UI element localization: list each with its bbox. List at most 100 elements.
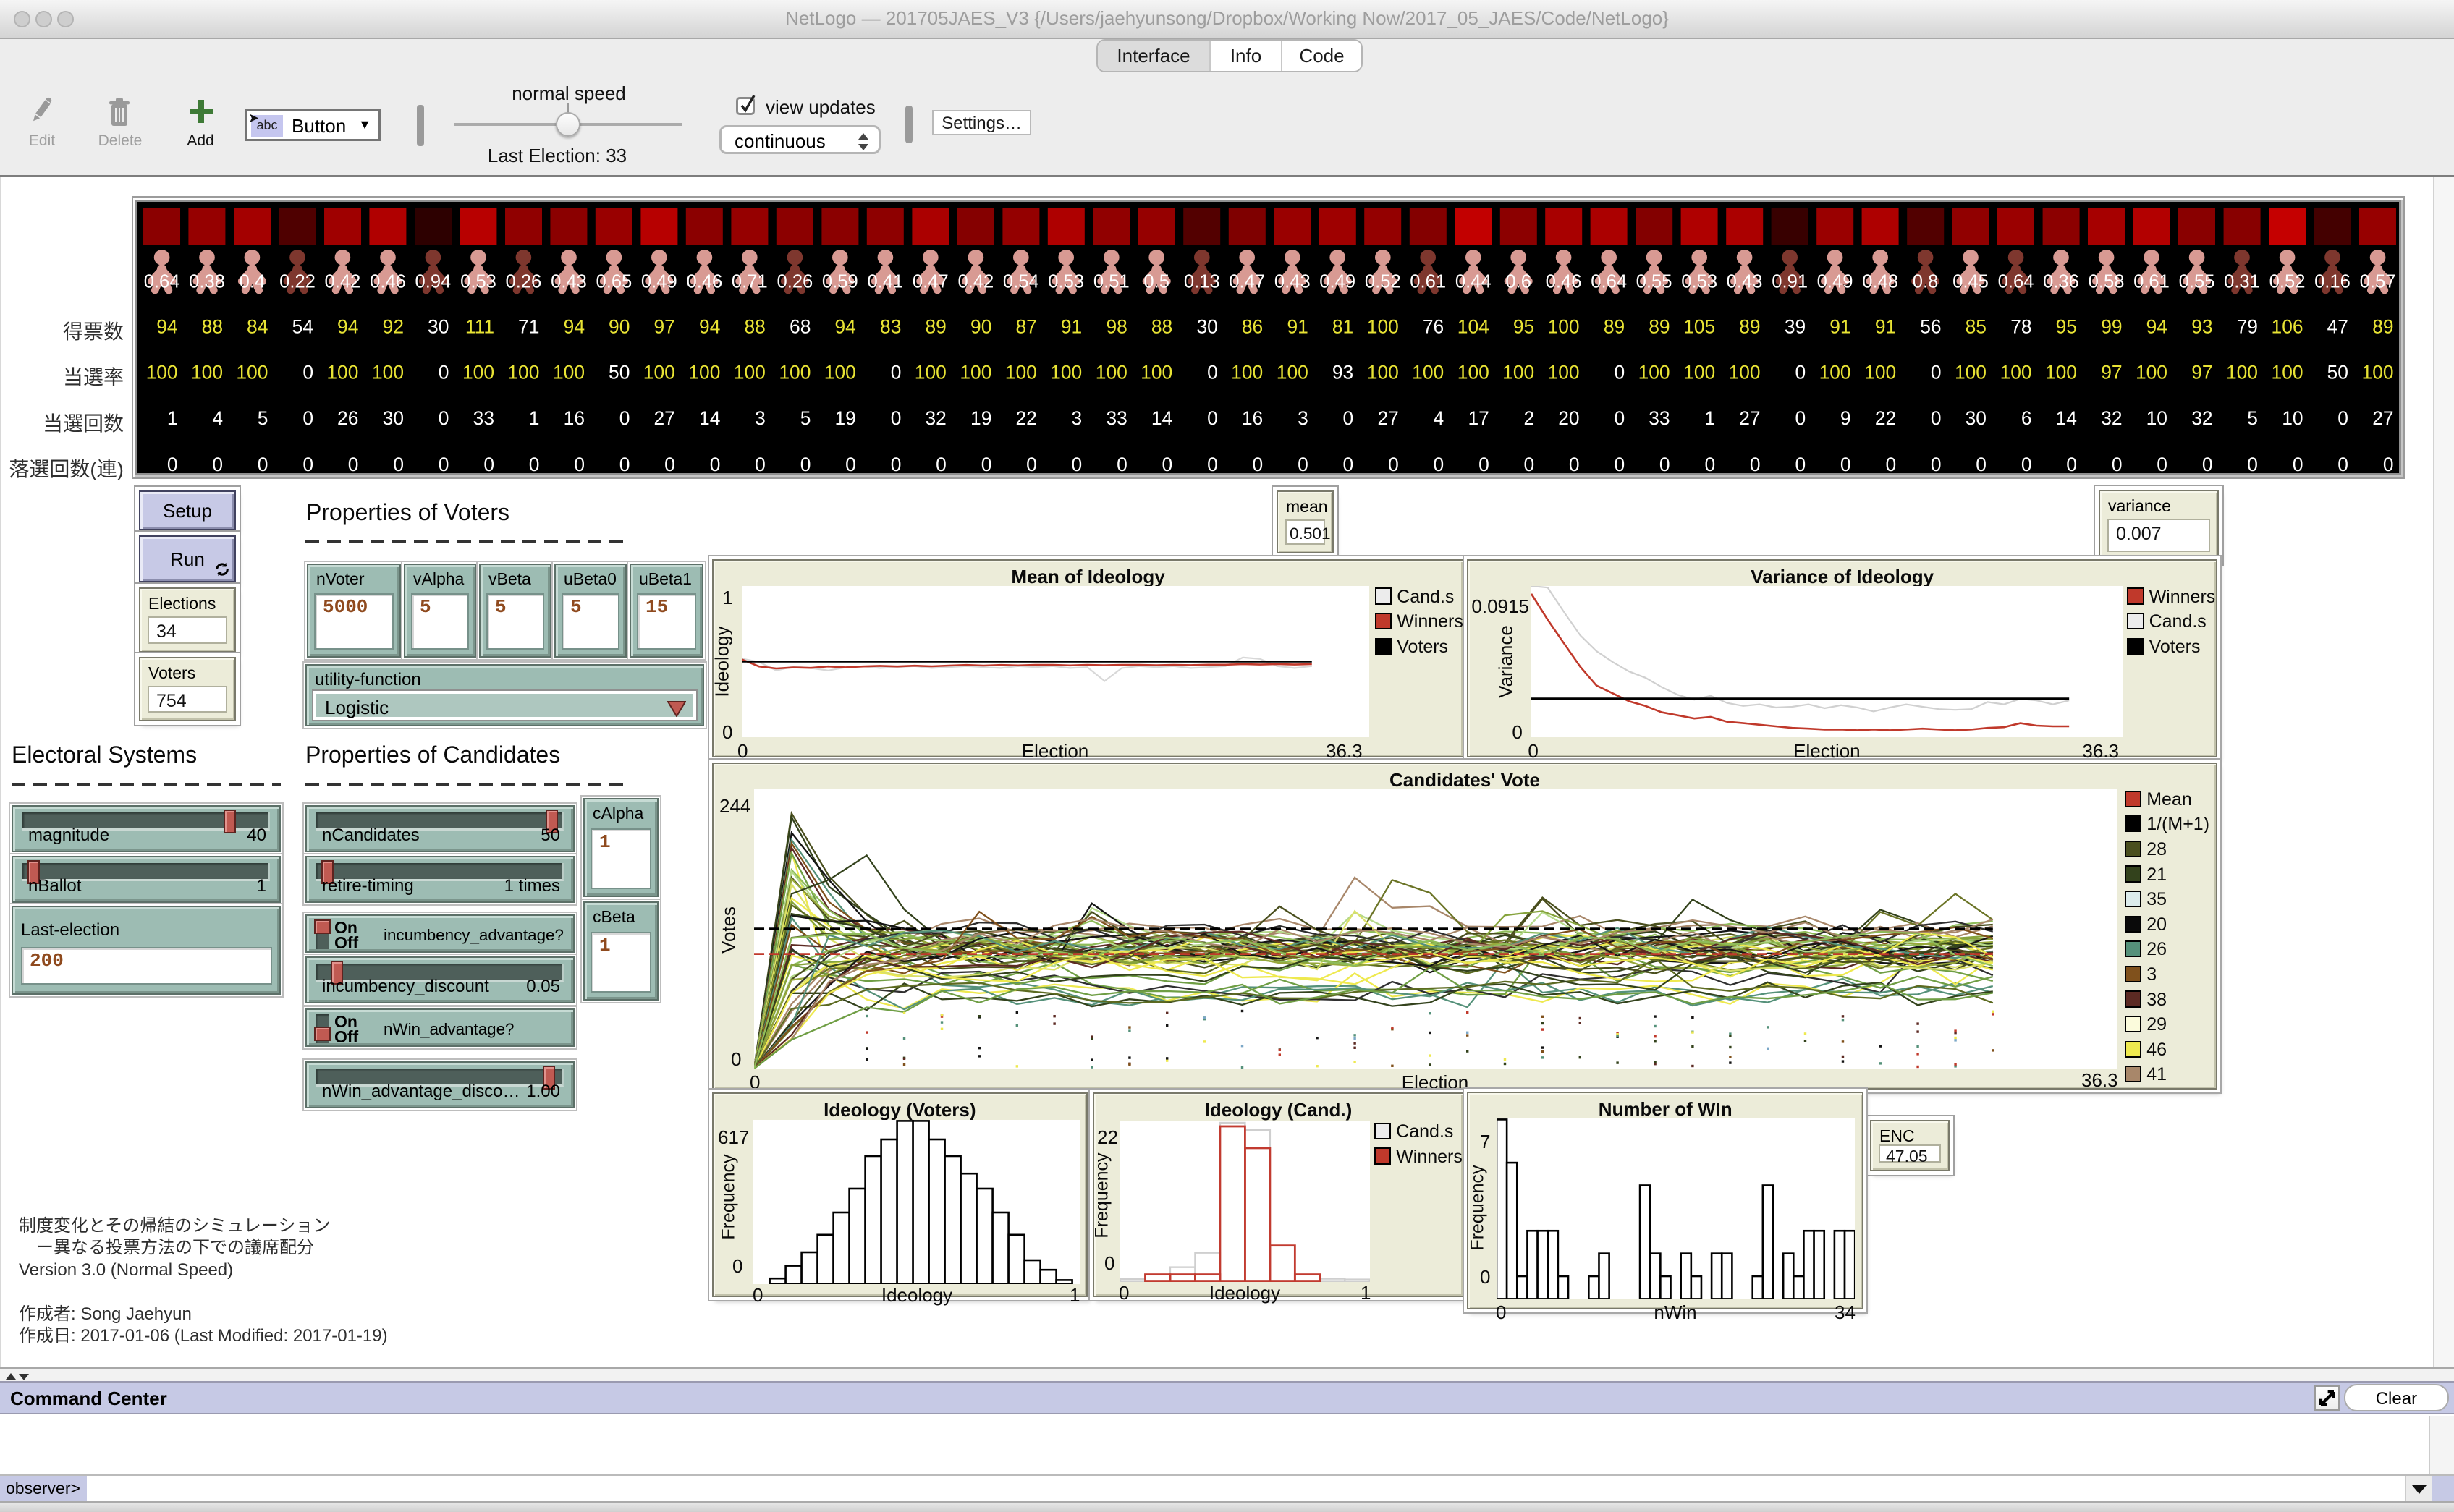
svg-text:0.58: 0.58 xyxy=(2089,271,2125,292)
svg-text:54: 54 xyxy=(292,315,313,337)
svg-text:0.22: 0.22 xyxy=(279,271,316,292)
svg-text:90: 90 xyxy=(609,315,630,337)
svg-text:17: 17 xyxy=(1468,407,1489,429)
svg-text:0.42: 0.42 xyxy=(325,271,361,292)
svg-text:88: 88 xyxy=(744,315,765,337)
svg-text:94: 94 xyxy=(834,315,855,337)
svg-text:100: 100 xyxy=(1367,361,1399,383)
svg-text:22: 22 xyxy=(1875,407,1896,429)
svg-text:19: 19 xyxy=(834,407,855,429)
svg-text:100: 100 xyxy=(1096,361,1127,383)
svg-text:0.48: 0.48 xyxy=(1862,271,1898,292)
svg-text:100: 100 xyxy=(1141,361,1172,383)
svg-text:106: 106 xyxy=(2272,315,2303,337)
svg-text:100: 100 xyxy=(1683,361,1715,383)
svg-text:111: 111 xyxy=(465,315,494,337)
svg-text:0.13: 0.13 xyxy=(1184,271,1220,292)
svg-text:0.36: 0.36 xyxy=(2043,271,2079,292)
svg-text:84: 84 xyxy=(247,315,268,337)
svg-text:94: 94 xyxy=(2146,315,2167,337)
svg-text:0: 0 xyxy=(529,454,540,474)
svg-text:0: 0 xyxy=(619,407,630,429)
svg-text:56: 56 xyxy=(1920,315,1941,337)
svg-text:0.65: 0.65 xyxy=(596,271,632,292)
svg-text:100: 100 xyxy=(2226,361,2258,383)
svg-text:27: 27 xyxy=(653,407,674,429)
svg-text:0.61: 0.61 xyxy=(2133,271,2170,292)
svg-text:0.52: 0.52 xyxy=(1365,271,1401,292)
svg-text:99: 99 xyxy=(2101,315,2122,337)
svg-text:0: 0 xyxy=(710,454,721,474)
svg-text:0: 0 xyxy=(2066,454,2077,474)
svg-text:100: 100 xyxy=(2000,361,2032,383)
svg-text:0: 0 xyxy=(891,454,902,474)
svg-text:0: 0 xyxy=(1750,454,1761,474)
svg-text:27: 27 xyxy=(1739,407,1760,429)
svg-text:85: 85 xyxy=(1966,315,1987,337)
svg-text:0: 0 xyxy=(393,454,404,474)
svg-text:0: 0 xyxy=(302,361,313,383)
svg-text:0.91: 0.91 xyxy=(1772,271,1808,292)
svg-text:50: 50 xyxy=(609,361,630,383)
svg-text:68: 68 xyxy=(790,315,811,337)
svg-text:0: 0 xyxy=(2157,454,2167,474)
svg-text:100: 100 xyxy=(824,361,856,383)
svg-text:100: 100 xyxy=(1457,361,1489,383)
svg-text:100: 100 xyxy=(553,361,585,383)
svg-text:14: 14 xyxy=(1151,407,1172,429)
svg-text:9: 9 xyxy=(1840,407,1851,429)
svg-text:0: 0 xyxy=(1524,454,1535,474)
svg-text:19: 19 xyxy=(970,407,991,429)
svg-text:100: 100 xyxy=(507,361,539,383)
svg-text:0.6: 0.6 xyxy=(1505,271,1531,292)
svg-text:0: 0 xyxy=(2293,454,2303,474)
svg-text:0.71: 0.71 xyxy=(732,271,768,292)
svg-text:26: 26 xyxy=(337,407,358,429)
svg-text:0.41: 0.41 xyxy=(868,271,904,292)
svg-text:0.47: 0.47 xyxy=(913,271,949,292)
svg-text:0.64: 0.64 xyxy=(1591,271,1627,292)
svg-text:16: 16 xyxy=(1242,407,1263,429)
svg-text:0.49: 0.49 xyxy=(1817,271,1853,292)
svg-text:27: 27 xyxy=(1377,407,1398,429)
svg-text:0: 0 xyxy=(2112,454,2123,474)
svg-text:0: 0 xyxy=(439,454,449,474)
svg-text:0: 0 xyxy=(1795,361,1806,383)
svg-text:0: 0 xyxy=(755,454,766,474)
svg-text:0: 0 xyxy=(574,454,585,474)
svg-text:0: 0 xyxy=(1117,454,1127,474)
svg-text:27: 27 xyxy=(2372,407,2393,429)
svg-text:94: 94 xyxy=(156,315,177,337)
svg-text:32: 32 xyxy=(2101,407,2122,429)
svg-text:91: 91 xyxy=(1061,315,1082,337)
svg-text:10: 10 xyxy=(2282,407,2303,429)
svg-text:4: 4 xyxy=(1434,407,1444,429)
svg-text:0: 0 xyxy=(1162,454,1173,474)
svg-text:95: 95 xyxy=(2056,315,2077,337)
svg-text:0.4: 0.4 xyxy=(240,271,266,292)
svg-text:0: 0 xyxy=(1931,407,1942,429)
svg-text:94: 94 xyxy=(337,315,358,337)
svg-text:0: 0 xyxy=(800,454,811,474)
svg-text:0: 0 xyxy=(664,454,675,474)
svg-text:16: 16 xyxy=(564,407,585,429)
svg-text:0: 0 xyxy=(1434,454,1444,474)
svg-text:0: 0 xyxy=(2337,407,2348,429)
svg-text:0: 0 xyxy=(1976,454,1987,474)
svg-text:5: 5 xyxy=(2247,407,2258,429)
svg-text:0: 0 xyxy=(1840,454,1851,474)
svg-text:5: 5 xyxy=(800,407,811,429)
svg-text:3: 3 xyxy=(755,407,766,429)
svg-text:0.5: 0.5 xyxy=(1143,271,1169,292)
svg-text:14: 14 xyxy=(2056,407,2077,429)
svg-text:0: 0 xyxy=(619,454,630,474)
svg-text:30: 30 xyxy=(1966,407,1987,429)
svg-text:87: 87 xyxy=(1015,315,1036,337)
svg-text:1: 1 xyxy=(167,407,178,429)
svg-text:0: 0 xyxy=(483,454,494,474)
svg-text:30: 30 xyxy=(383,407,404,429)
svg-text:20: 20 xyxy=(1558,407,1579,429)
svg-text:81: 81 xyxy=(1332,315,1353,337)
svg-text:0: 0 xyxy=(439,361,449,383)
svg-text:91: 91 xyxy=(1875,315,1896,337)
